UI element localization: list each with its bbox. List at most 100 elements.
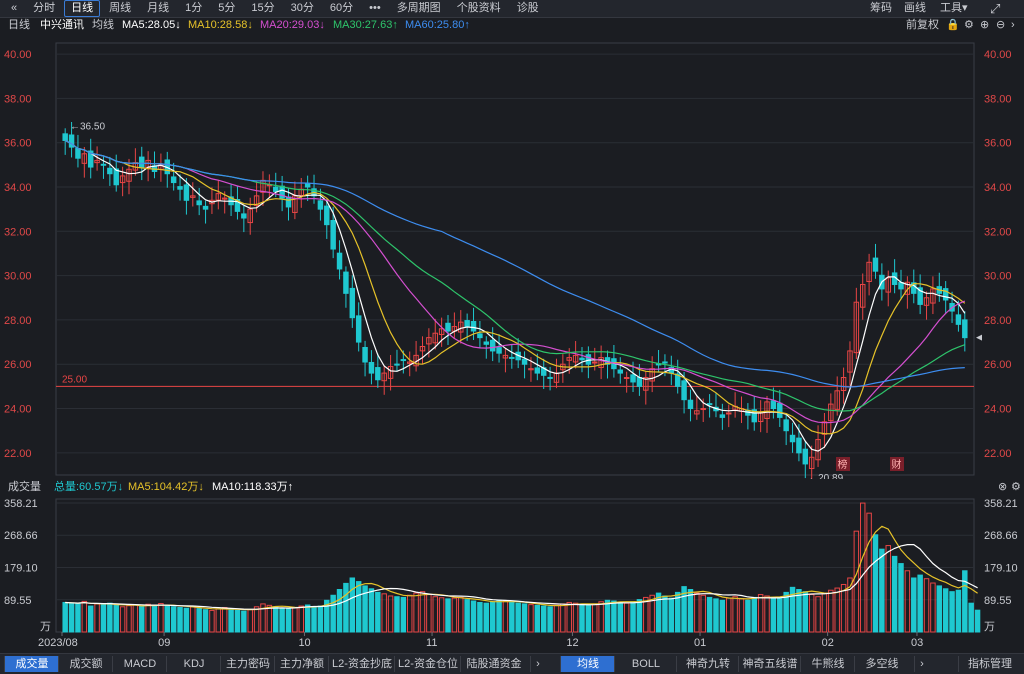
volume-bar: [949, 591, 955, 633]
close-icon[interactable]: ⊗: [998, 479, 1007, 495]
indicator-tab-1[interactable]: 成交额: [58, 656, 113, 672]
indicator-tabbar: 成交量 成交额 MACD KDJ 主力密码 主力净额 L2-资金抄底 L2-资金仓位 陆股通资金…: [0, 653, 1024, 674]
volume-tick-left: 179.10: [4, 563, 38, 575]
zoom-in-icon[interactable]: ⊕: [980, 17, 989, 33]
adjust-button[interactable]: 前复权: [906, 17, 939, 33]
settings-icon[interactable]: ⚙: [1011, 479, 1021, 495]
overlay-tab-2[interactable]: 神奇九转: [676, 656, 739, 672]
overlay-tab-3[interactable]: 神奇五线谱: [738, 656, 801, 672]
volume-bar: [68, 602, 75, 633]
volume-bar: [911, 577, 917, 633]
stock-name[interactable]: 中兴通讯: [40, 17, 84, 33]
expand-icon[interactable]: ⤢: [990, 0, 1000, 17]
overlay-tab-4[interactable]: 牛熊线: [800, 656, 855, 672]
tab-10[interactable]: 多周期图: [390, 0, 448, 17]
volume-bar: [617, 601, 624, 633]
volume-bar: [738, 598, 745, 633]
price-tick-right: 22.00: [984, 448, 1012, 460]
tools-menu-button[interactable]: 工具▾: [940, 0, 968, 17]
tab-0[interactable]: 分时: [26, 0, 62, 17]
volume-tick-left: 358.21: [4, 498, 38, 510]
indicator-tab-5[interactable]: 主力净额: [274, 656, 329, 672]
more-icon[interactable]: ›: [1011, 17, 1015, 33]
volume-title[interactable]: 成交量: [8, 479, 41, 495]
indicator-tab-3[interactable]: KDJ: [166, 656, 221, 672]
kline-chart[interactable]: 40.00 40.00 38.00 38.00 36.00 36.00 34.00 34.00…: [0, 33, 1024, 673]
tab-1[interactable]: 日线: [64, 0, 101, 17]
volume-bar: [483, 602, 490, 633]
volume-bar: [394, 596, 400, 633]
candle-body: [273, 186, 279, 192]
tab-9[interactable]: •••: [362, 0, 388, 17]
candle-body: [113, 168, 119, 186]
x-axis-label: 02: [822, 637, 834, 649]
settings-icon[interactable]: ⚙: [964, 17, 974, 33]
indicator-tab-6[interactable]: L2-资金抄底: [328, 656, 395, 672]
tab-11[interactable]: 个股资料: [450, 0, 508, 17]
current-price-marker: [976, 334, 982, 341]
indicator-tab-8[interactable]: 陆股通资金: [460, 656, 527, 672]
volume-bar: [126, 605, 132, 633]
indicator-manager-button[interactable]: 指标管理: [958, 656, 1021, 672]
volume-bar: [298, 605, 304, 633]
tab-12[interactable]: 诊股: [510, 0, 546, 17]
volume-unit-left: 万: [40, 621, 51, 633]
zoom-out-icon[interactable]: ⊖: [996, 17, 1005, 33]
candle-body: [464, 320, 470, 328]
price-tick-left: 40.00: [4, 49, 32, 61]
back-icon[interactable]: «: [4, 0, 24, 17]
tab-3[interactable]: 月线: [140, 0, 176, 17]
volume-bar: [438, 597, 445, 633]
tab-8[interactable]: 60分: [323, 0, 360, 17]
candle-body: [285, 196, 292, 208]
volume-bar: [202, 609, 209, 633]
candle-body: [317, 200, 324, 210]
ma60-line: [64, 139, 965, 388]
volume-bar: [598, 601, 604, 633]
overlay-tab-1[interactable]: BOLL: [614, 656, 677, 672]
candle-body: [534, 367, 541, 374]
candle-body: [802, 448, 809, 465]
price-tick-right: 32.00: [984, 226, 1012, 238]
ma-label[interactable]: 均线: [92, 17, 114, 33]
volume-bar: [406, 594, 413, 633]
volume-bar: [592, 603, 598, 633]
volume-bar: [891, 555, 898, 633]
tab-2[interactable]: 周线: [102, 0, 138, 17]
volume-bar: [292, 607, 298, 633]
volume-bar: [643, 596, 649, 633]
tab-5[interactable]: 5分: [211, 0, 242, 17]
lock-icon[interactable]: 🔒: [946, 17, 960, 33]
price-tick-left: 24.00: [4, 404, 32, 416]
candle-body: [687, 399, 694, 410]
indicator-tab-4[interactable]: 主力密码: [220, 656, 275, 672]
volume-bar: [279, 607, 285, 633]
more-right-icon[interactable]: ›: [914, 656, 929, 672]
chips-button[interactable]: 筹码: [870, 0, 892, 17]
tab-7[interactable]: 30分: [284, 0, 321, 17]
candle-body: [579, 357, 585, 361]
volume-bar: [355, 581, 362, 633]
volume-bar: [241, 610, 247, 633]
overlay-tab-0[interactable]: 均线: [560, 656, 615, 672]
candle-body: [375, 367, 381, 381]
ma30-value: MA30:27.63↑: [333, 19, 398, 31]
draw-line-button[interactable]: 画线: [904, 0, 926, 17]
volume-bar: [560, 603, 566, 633]
tab-4[interactable]: 1分: [178, 0, 209, 17]
volume-bar: [273, 606, 279, 633]
tab-6[interactable]: 15分: [244, 0, 281, 17]
candle-body: [585, 354, 592, 365]
overlay-tab-5[interactable]: 多空线: [854, 656, 909, 672]
volume-bar: [974, 609, 981, 633]
more-left-icon[interactable]: ›: [530, 656, 545, 672]
volume-bar: [898, 563, 904, 633]
indicator-tab-0[interactable]: 成交量: [4, 656, 59, 672]
price-tick-right: 28.00: [984, 315, 1012, 327]
candle-body: [241, 213, 247, 219]
indicator-tab-7[interactable]: L2-资金仓位: [394, 656, 461, 672]
volume-bar: [611, 600, 617, 633]
candle-body: [509, 356, 515, 359]
ma10-value: MA10:28.58↓: [188, 19, 253, 31]
indicator-tab-2[interactable]: MACD: [112, 656, 167, 672]
